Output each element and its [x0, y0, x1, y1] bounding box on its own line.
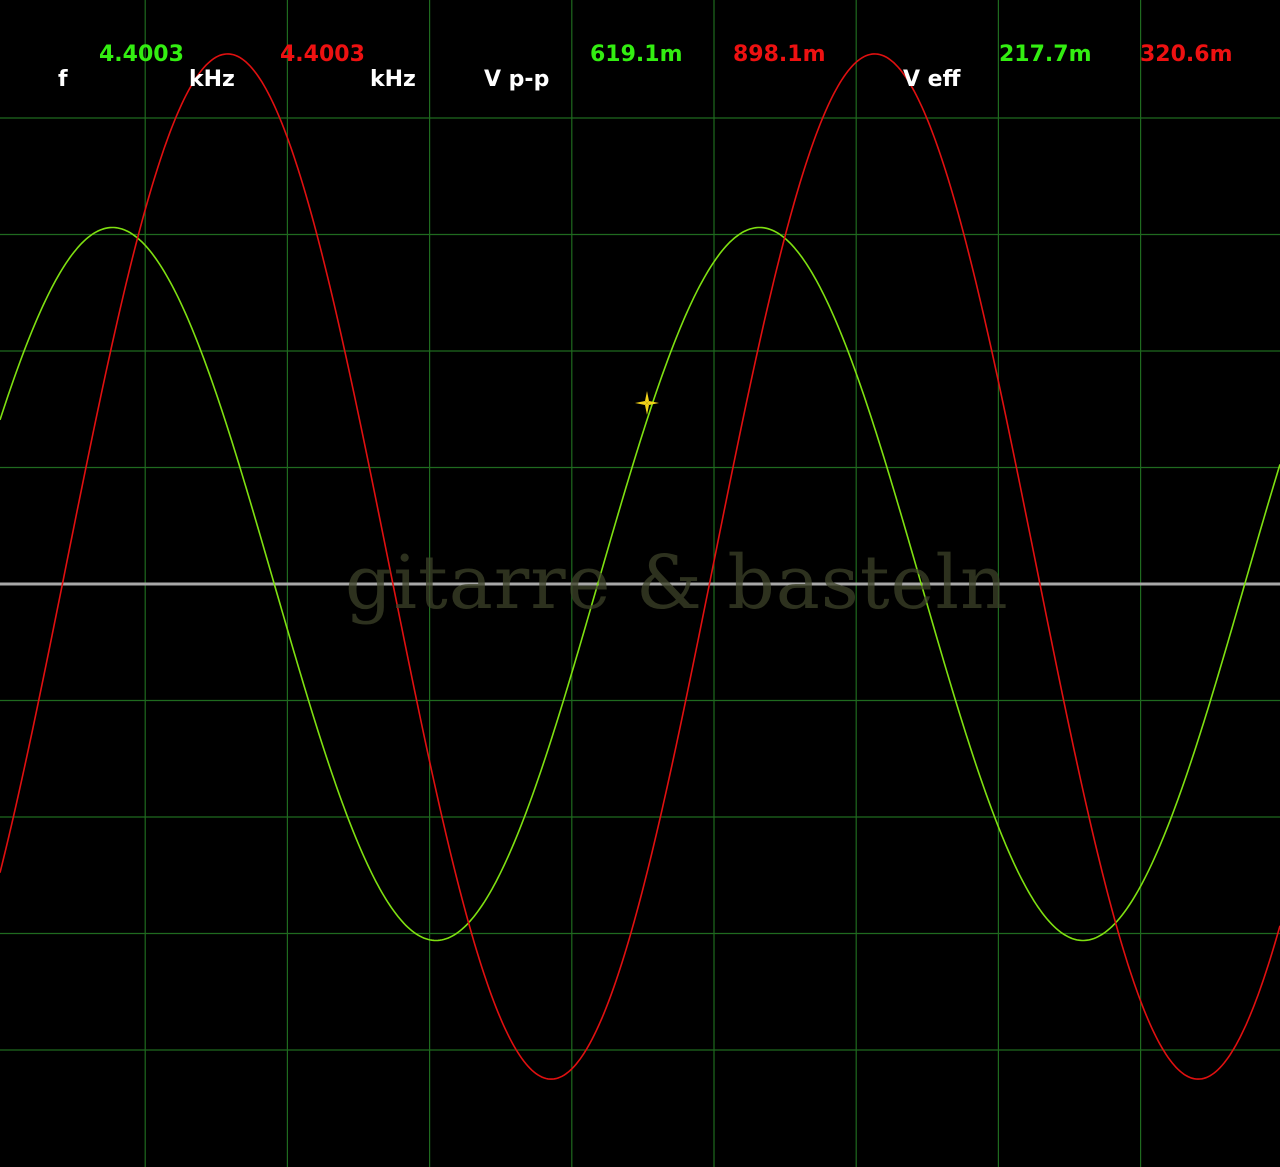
- veff-label: V eff: [903, 67, 961, 92]
- ch2-frequency-value: 4.4003: [280, 42, 365, 67]
- oscilloscope-screen[interactable]: gitarre & basteln f 4.4003 kHz 4.4003 kH…: [0, 0, 1280, 1167]
- waveform-plot: [0, 0, 1280, 1167]
- ch2-veff-value: 320.6m: [1140, 42, 1233, 67]
- ch1-frequency-unit: kHz: [189, 67, 235, 92]
- ch2-vpp-value: 898.1m: [733, 42, 826, 67]
- ch1-veff-value: 217.7m: [999, 42, 1092, 67]
- ch1-vpp-value: 619.1m: [590, 42, 683, 67]
- ch2-frequency-unit: kHz: [370, 67, 416, 92]
- ch1-frequency-value: 4.4003: [99, 42, 184, 67]
- crosshair-cursor-icon[interactable]: [634, 390, 660, 416]
- vpp-label: V p-p: [484, 67, 550, 92]
- channel-2-trace: [0, 53, 1280, 1080]
- frequency-label: f: [58, 67, 68, 92]
